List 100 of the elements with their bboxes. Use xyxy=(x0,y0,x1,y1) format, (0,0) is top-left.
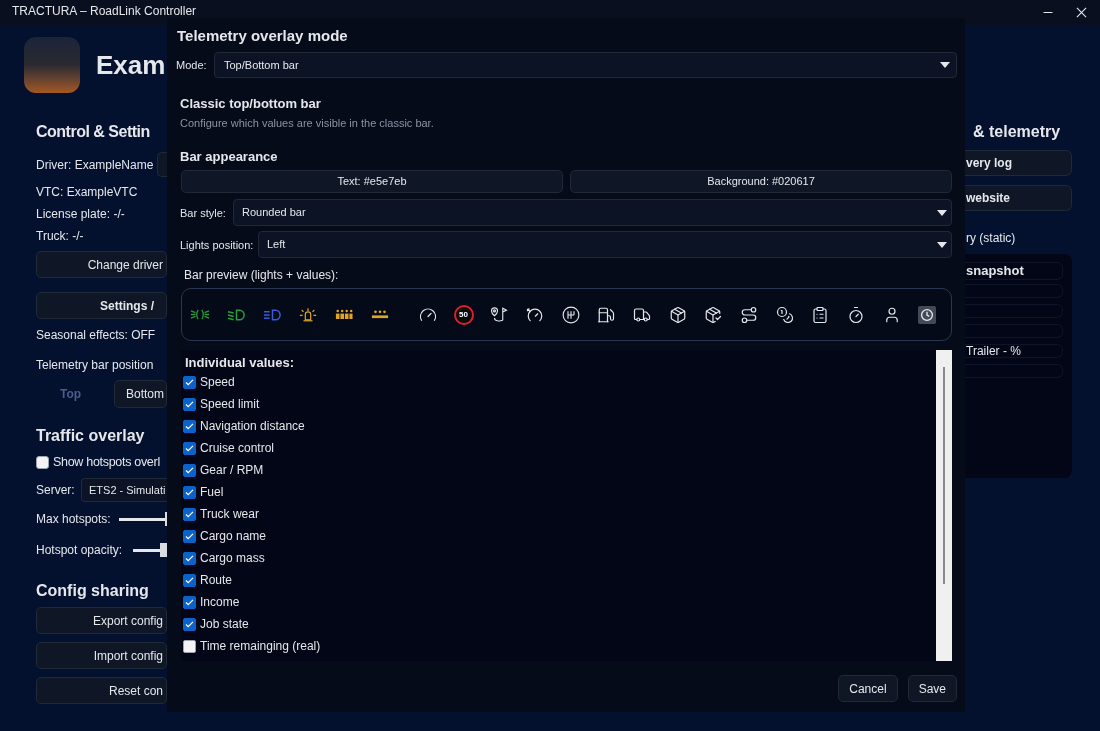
fuel-pump-icon xyxy=(597,305,616,324)
snapshot-row: Trailer - % xyxy=(965,344,1063,358)
checkbox-label: Cruise control xyxy=(200,440,275,456)
page-heading: Exam xyxy=(96,50,166,80)
position-toggle[interactable]: Bottom xyxy=(114,380,167,408)
checkbox-label: Gear / RPM xyxy=(200,462,264,478)
checkbox[interactable] xyxy=(183,639,196,653)
minimize-icon[interactable] xyxy=(1042,11,1054,14)
checkbox[interactable] xyxy=(183,441,196,455)
checkbox[interactable] xyxy=(183,551,196,565)
field-label: Mode: xyxy=(176,58,208,72)
checkbox-label: Truck wear xyxy=(200,506,259,522)
field-label: Bar style: xyxy=(180,205,227,220)
checkmark-icon xyxy=(185,532,194,540)
stopwatch-icon xyxy=(847,305,866,324)
coins-icon xyxy=(775,305,794,324)
dialog-title: Telemetry overlay mode xyxy=(177,27,349,45)
close-icon[interactable] xyxy=(1076,7,1087,18)
section-heading: Traffic overlay xyxy=(36,426,146,446)
route-icon xyxy=(740,305,759,324)
package-check-icon xyxy=(704,305,723,324)
driver-label: Driver: ExampleName xyxy=(36,156,154,173)
checkmark-icon xyxy=(185,554,194,562)
checkbox-label: Cargo name xyxy=(200,528,267,544)
checkmark-icon xyxy=(185,488,194,496)
dialog-button[interactable]: Save xyxy=(907,675,957,702)
checkmark-icon xyxy=(185,620,194,628)
checkmark-icon xyxy=(185,422,194,430)
dialog-button[interactable]: Cancel xyxy=(838,675,898,702)
gear-shift-icon xyxy=(561,305,580,324)
slider-track[interactable] xyxy=(133,543,167,557)
dropdown[interactable]: Left xyxy=(258,231,952,258)
checkmark-icon xyxy=(185,598,194,606)
change-driver-button[interactable]: Change driver xyxy=(36,251,167,278)
caret-icon xyxy=(937,209,947,216)
checkmark-icon xyxy=(185,576,194,584)
color-button[interactable]: Text: #e5e7eb xyxy=(181,170,563,193)
beacon-light-icon xyxy=(299,307,317,322)
section-title: Bar appearance xyxy=(180,149,279,165)
snapshot-title: snapshot xyxy=(965,262,1063,280)
checkbox[interactable] xyxy=(183,507,196,521)
checkbox-label: Income xyxy=(200,594,240,610)
checkbox-label: Speed limit xyxy=(200,396,260,412)
seasonal-effects-text: Seasonal effects: OFF xyxy=(36,327,157,343)
checkbox[interactable] xyxy=(183,419,196,433)
link-button[interactable]: website xyxy=(965,185,1072,211)
checkbox[interactable] xyxy=(183,463,196,477)
slider-track[interactable] xyxy=(119,512,167,526)
checkbox[interactable] xyxy=(183,529,196,543)
scrollbar-thumb[interactable] xyxy=(943,367,945,584)
checkbox-label: Fuel xyxy=(200,484,224,500)
checkbox-label: Navigation distance xyxy=(200,418,305,434)
checkbox[interactable] xyxy=(183,573,196,587)
section-heading: Config sharing xyxy=(36,581,150,601)
checkmark-icon xyxy=(185,400,194,408)
checkmark-icon xyxy=(185,444,194,452)
checkmark-icon xyxy=(185,510,194,518)
checkbox[interactable] xyxy=(183,397,196,411)
clock-tile-icon xyxy=(918,305,937,324)
info-text: Truck: -/- xyxy=(36,228,85,244)
truck-icon xyxy=(632,305,651,324)
caret-icon xyxy=(940,62,950,68)
speedometer-icon xyxy=(418,305,437,324)
checkmark-icon xyxy=(185,466,194,474)
checkbox-label: Cargo mass xyxy=(200,550,265,566)
checkbox[interactable] xyxy=(183,595,196,609)
dropdown[interactable]: ETS2 - Simulati xyxy=(81,478,167,502)
telemetry-caption: ry (static) xyxy=(965,230,1017,246)
section-heading: & telemetry xyxy=(972,122,1062,142)
dropdown[interactable]: Top/Bottom bar xyxy=(214,52,957,78)
clipboard-icon xyxy=(811,305,830,324)
high-beam-icon xyxy=(262,308,282,321)
checkbox[interactable] xyxy=(36,455,49,469)
dotted-bar-icon xyxy=(371,310,389,319)
section-heading: Control & Settin xyxy=(36,122,151,142)
config-button[interactable]: Import config xyxy=(36,642,167,669)
window-title: TRACTURA – RoadLink Controller xyxy=(12,5,197,17)
section-title: Classic top/bottom bar xyxy=(180,96,322,112)
slider-label: Hotspot opacity: xyxy=(36,542,123,558)
config-button[interactable]: Reset con xyxy=(36,677,167,704)
scrollbar[interactable] xyxy=(936,350,952,661)
checkbox-label: Speed xyxy=(200,374,235,390)
checkmark-icon xyxy=(185,378,194,386)
list-heading: Individual values: xyxy=(185,355,296,371)
bar-position-label: Telemetry bar position xyxy=(36,357,155,373)
link-button[interactable]: very log xyxy=(965,150,1072,176)
checkbox[interactable] xyxy=(183,485,196,499)
dropdown[interactable]: Rounded bar xyxy=(233,199,952,226)
color-button[interactable]: Background: #020617 xyxy=(570,170,952,193)
section-description: Configure which values are visible in the classic bar. xyxy=(180,116,435,130)
speed-limit-sign: 50 xyxy=(453,304,474,325)
checkbox-label: Show hotspots overl xyxy=(53,454,160,470)
info-text: VTC: ExampleVTC xyxy=(36,184,139,200)
checkbox-label: Route xyxy=(200,572,233,588)
settings-button[interactable]: Settings / xyxy=(36,292,167,319)
slider-thumb[interactable] xyxy=(160,543,167,557)
checkbox[interactable] xyxy=(183,617,196,631)
checkbox[interactable] xyxy=(183,375,196,389)
config-button[interactable]: Export config xyxy=(36,607,167,634)
caret-icon xyxy=(937,241,947,248)
